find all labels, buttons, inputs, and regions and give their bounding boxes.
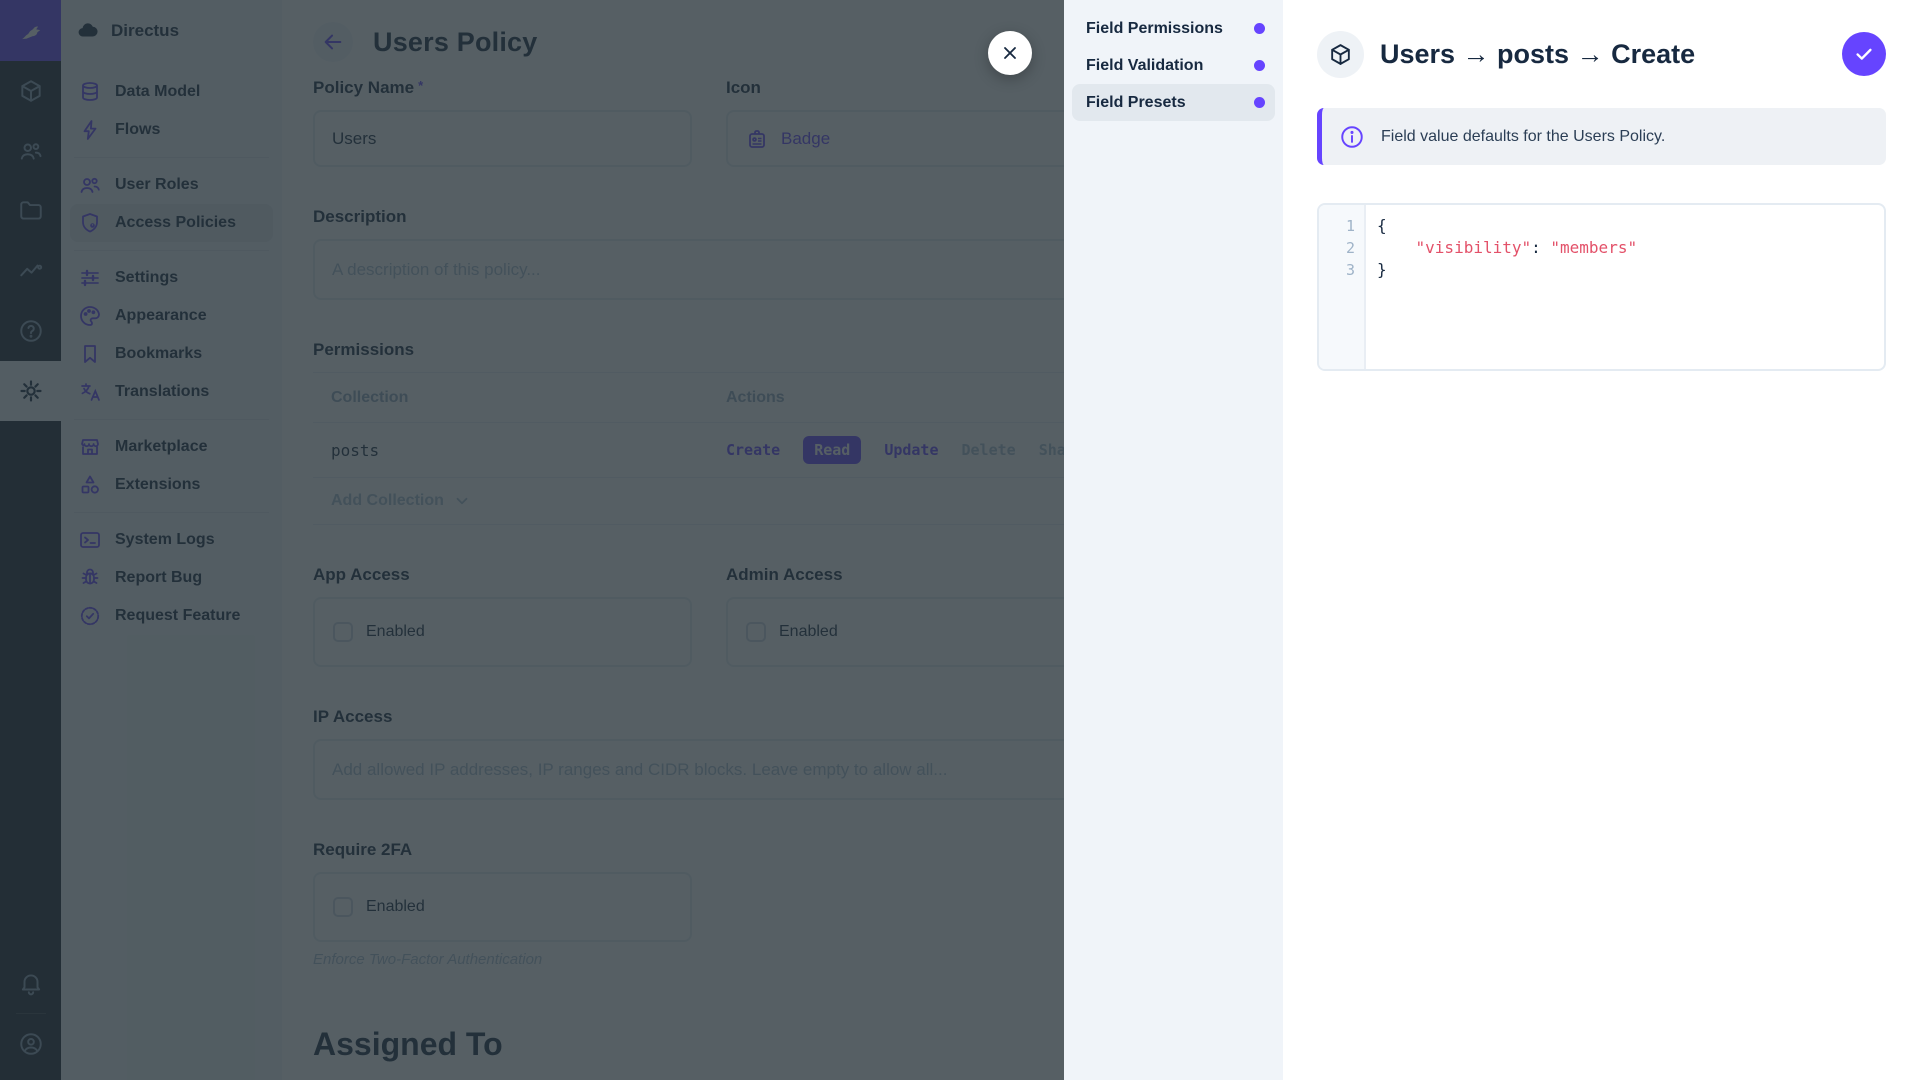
tab-field-presets[interactable]: Field Presets [1072, 84, 1275, 121]
close-drawer-button[interactable] [988, 31, 1032, 75]
status-dot [1254, 23, 1265, 34]
app-window: Directus Data Model Flows User Roles [0, 0, 1920, 1080]
tab-field-permissions[interactable]: Field Permissions [1072, 10, 1275, 47]
status-dot [1254, 60, 1265, 71]
close-icon [1000, 43, 1020, 63]
line-number: 3 [1319, 259, 1355, 281]
check-icon [1853, 43, 1875, 65]
modal-overlay[interactable] [0, 0, 1064, 1080]
cube-icon [1328, 42, 1353, 67]
info-banner: Field value defaults for the Users Polic… [1317, 108, 1886, 165]
code-line: } [1377, 259, 1884, 281]
code-line: "visibility": "members" [1377, 237, 1884, 259]
tab-field-validation[interactable]: Field Validation [1072, 47, 1275, 84]
status-dot [1254, 97, 1265, 108]
line-number: 1 [1319, 215, 1355, 237]
drawer-title: Users → posts → Create [1380, 39, 1695, 70]
drawer-tab-sidebar: Field Permissions Field Validation Field… [1064, 0, 1283, 1080]
line-number: 2 [1319, 237, 1355, 259]
info-icon [1339, 124, 1365, 150]
code-editor: 1 2 3 { "visibility": "members" } [1317, 203, 1886, 371]
code-line: { [1377, 215, 1884, 237]
code-content[interactable]: { "visibility": "members" } [1366, 205, 1884, 369]
drawer-header: Users → posts → Create [1317, 30, 1886, 78]
drawer-panel: Users → posts → Create Field value defau… [1283, 0, 1920, 1080]
line-number-gutter: 1 2 3 [1319, 205, 1366, 369]
drawer-header-icon-circle [1317, 31, 1364, 78]
save-button[interactable] [1842, 32, 1886, 76]
info-banner-text: Field value defaults for the Users Polic… [1381, 128, 1665, 146]
